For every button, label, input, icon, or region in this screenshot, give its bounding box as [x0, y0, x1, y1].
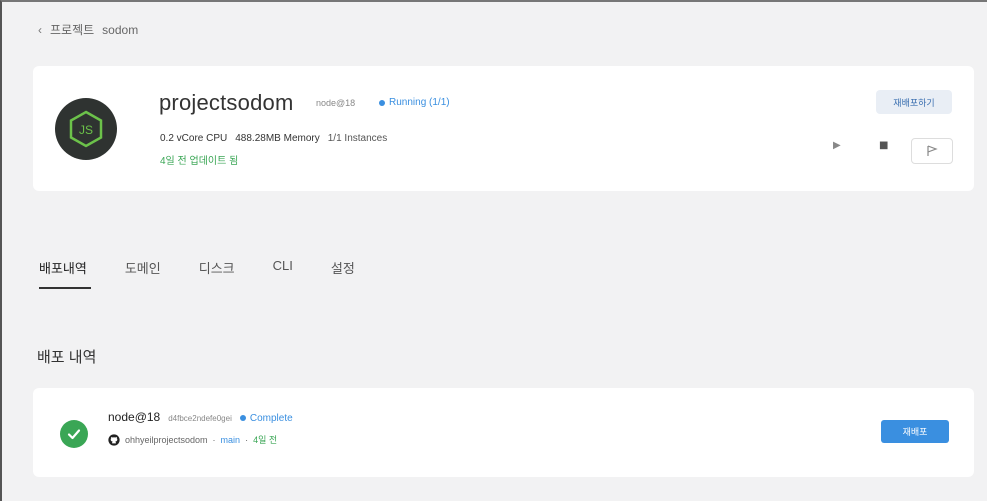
redeploy-button[interactable]: 재배포: [881, 420, 949, 443]
status-dot-icon: [379, 99, 385, 106]
project-card: JS projectsodom node@18 Running (1/1) 0.…: [33, 66, 974, 191]
play-icon[interactable]: ▶: [833, 140, 841, 151]
check-icon: [60, 420, 88, 448]
breadcrumb-current: sodom: [102, 22, 139, 37]
commit-hash: d4fbce2ndefe0gei: [168, 414, 232, 423]
runtime-label: node@18: [316, 98, 356, 108]
memory-spec: 488.28MB Memory: [235, 133, 320, 144]
redeploy-project-button[interactable]: 재배포하기: [876, 90, 952, 114]
flag-icon[interactable]: [911, 138, 953, 164]
meta-separator: ·: [245, 434, 249, 445]
tab-deployments[interactable]: 배포내역: [39, 258, 91, 289]
breadcrumb: ‹ 프로젝트 sodom: [38, 21, 138, 38]
branch-link[interactable]: main: [221, 435, 241, 445]
updated-text: 4일 전 업데이트 됨: [160, 156, 239, 167]
deployment-header: node@18 d4fbce2ndefe0gei Complete: [108, 410, 293, 424]
repo-link[interactable]: ohhyeilprojectsodom: [125, 435, 208, 445]
deployment-meta: ohhyeilprojectsodom · main · 4일 전: [108, 433, 277, 446]
instances-spec: 1/1 Instances: [327, 133, 388, 144]
tab-domain[interactable]: 도메인: [125, 258, 161, 289]
status-dot-icon: [239, 415, 246, 421]
project-specs: 0.2 vCore CPU 488.28MB Memory 1/1 Instan…: [160, 133, 387, 144]
running-status-text: Running (1/1): [389, 97, 450, 108]
chevron-left-icon[interactable]: ‹: [38, 23, 42, 37]
nodejs-logo-icon: JS: [55, 98, 117, 160]
stop-icon[interactable]: ■: [879, 140, 888, 151]
deployment-name: node@18: [108, 410, 161, 424]
meta-separator: ·: [212, 434, 216, 445]
complete-status-text: Complete: [249, 412, 293, 424]
cpu-spec: 0.2 vCore CPU: [160, 133, 228, 144]
breadcrumb-parent[interactable]: 프로젝트: [50, 21, 94, 38]
complete-status-badge: Complete: [239, 412, 293, 424]
tab-cli[interactable]: CLI: [273, 258, 293, 289]
tab-disk[interactable]: 디스크: [199, 258, 235, 289]
deployment-card[interactable]: node@18 d4fbce2ndefe0gei Complete ohhyei…: [33, 388, 974, 477]
tab-bar: 배포내역 도메인 디스크 CLI 설정: [39, 258, 393, 289]
github-icon: [108, 433, 120, 446]
tab-settings[interactable]: 설정: [331, 258, 355, 289]
project-name: projectsodom: [159, 90, 294, 115]
deployed-ago: 4일 전: [253, 435, 278, 445]
app-frame: ‹ 프로젝트 sodom JS projectsodom node@18 Run…: [0, 0, 987, 501]
section-title: 배포 내역: [37, 349, 97, 366]
running-status-badge: Running (1/1): [379, 97, 450, 108]
svg-text:JS: JS: [79, 123, 93, 137]
